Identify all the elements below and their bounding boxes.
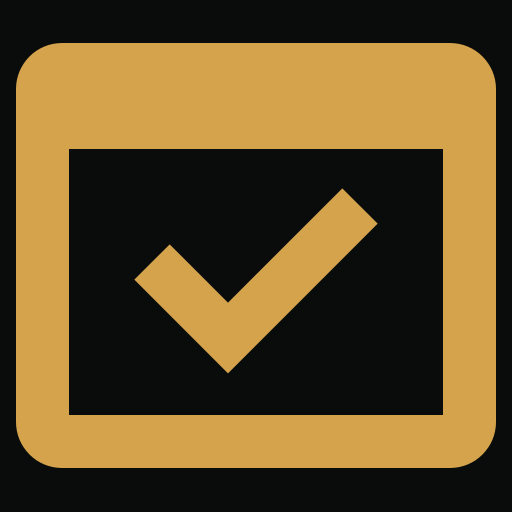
- app-icon: [0, 0, 512, 512]
- window-check-icon: [0, 0, 512, 512]
